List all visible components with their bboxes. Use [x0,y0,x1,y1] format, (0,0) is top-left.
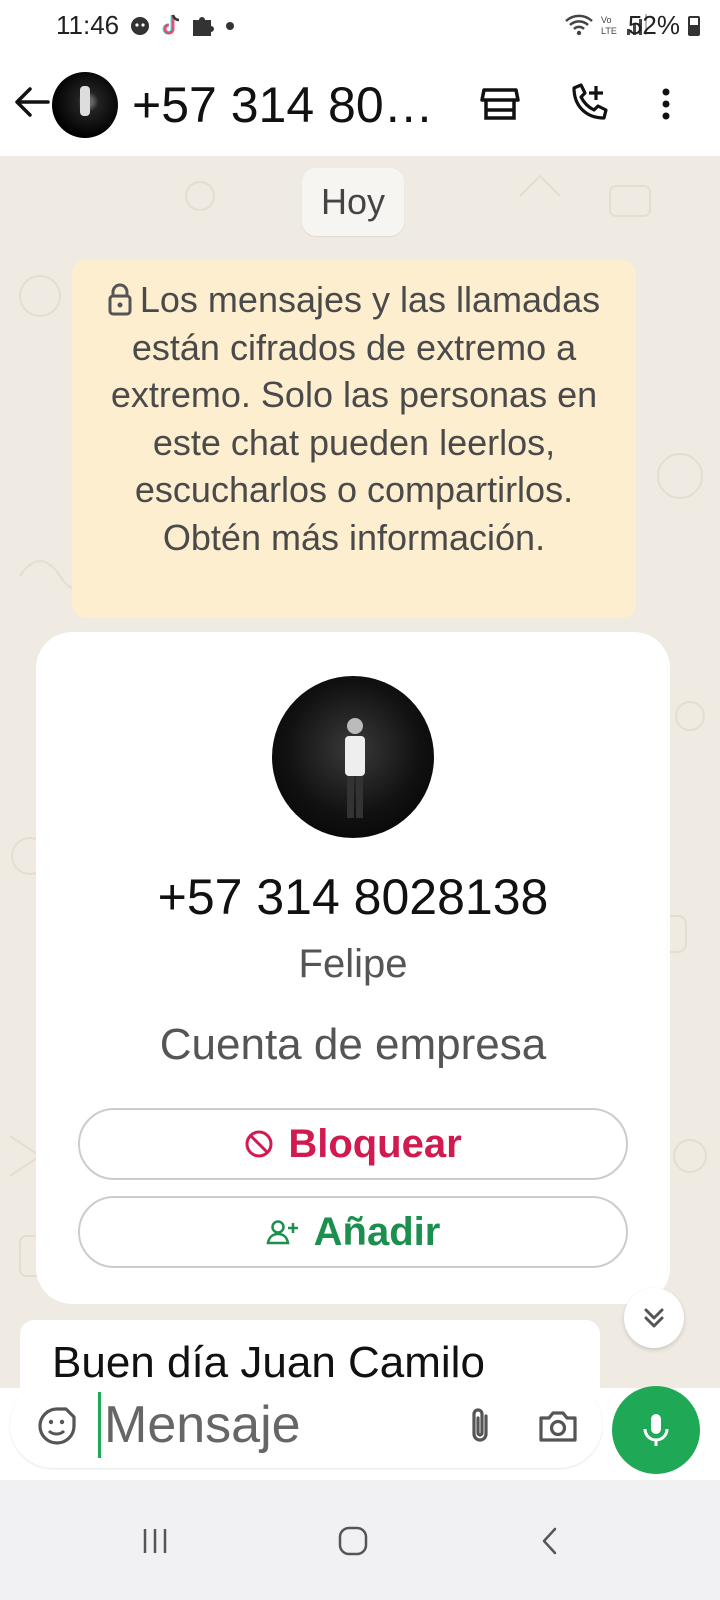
contact-photo[interactable] [272,676,434,838]
contact-info-card: +57 314 8028138 Felipe Cuenta de empresa… [36,632,670,1304]
person-figure-icon [345,718,365,818]
contact-avatar[interactable] [52,72,118,138]
message-text: Buen día Juan Camilo [52,1338,485,1387]
encryption-notice[interactable]: Los mensajes y las llamadas están cifrad… [72,260,636,618]
recent-apps-icon [143,1529,167,1553]
volte-icon: VoLTE [601,15,617,36]
attach-clip-icon[interactable] [458,1404,502,1448]
dot-icon [226,22,234,30]
battery-icon [688,16,700,36]
chat-header: +57 314 80… [0,52,720,156]
lock-icon [108,283,132,316]
contact-title[interactable]: +57 314 80… [132,76,452,134]
add-contact-button[interactable]: Añadir [78,1196,628,1268]
contact-phone: +57 314 8028138 [157,869,549,925]
add-button-label: Añadir [313,1209,441,1254]
block-button[interactable]: Bloquear [78,1108,628,1180]
block-icon [245,1130,273,1158]
status-bar: 11:46 Vo LTE 52% [0,0,720,52]
add-call-icon[interactable] [566,82,610,126]
date-chip: Hoy [302,168,404,236]
android-icon [131,17,149,35]
home-icon [338,1526,368,1556]
sticker-emoji-icon[interactable] [36,1404,78,1446]
status-time: 11:46 [56,10,120,40]
scroll-to-bottom-button[interactable] [624,1288,684,1348]
chat-area[interactable]: Hoy Los mensajes y las llamadas están ci… [0,156,720,1388]
text-cursor [98,1392,101,1458]
back-arrow-icon[interactable] [10,80,54,124]
contact-name: Felipe [298,942,408,986]
message-composer [0,1382,720,1480]
encryption-notice-text: Los mensajes y las llamadas están cifrad… [110,279,601,558]
tiktok-icon [162,14,180,35]
message-bubble[interactable]: Buen día Juan Camilo [20,1320,600,1388]
double-chevron-down-icon [644,1308,664,1328]
store-icon[interactable] [478,82,522,126]
recent-apps-button[interactable] [130,1516,180,1566]
message-input-box[interactable] [10,1382,602,1468]
svg-text:LTE: LTE [601,26,617,36]
block-button-label: Bloquear [288,1121,462,1166]
home-button[interactable] [328,1516,378,1566]
voice-message-button[interactable] [612,1386,700,1474]
camera-icon[interactable] [536,1404,580,1448]
back-button[interactable] [526,1516,576,1566]
puzzle-icon [193,17,214,36]
microphone-icon [643,1414,669,1446]
more-vert-icon[interactable] [644,82,688,126]
battery-percent: 52% [627,10,680,40]
system-navigation-bar [0,1480,720,1600]
account-type: Cuenta de empresa [159,1020,547,1069]
add-person-icon [266,1220,298,1245]
svg-text:Vo: Vo [601,15,612,25]
back-chevron-icon [542,1527,557,1555]
notification-icons [128,12,236,38]
wifi-icon [565,14,593,36]
message-input[interactable] [104,1392,434,1458]
